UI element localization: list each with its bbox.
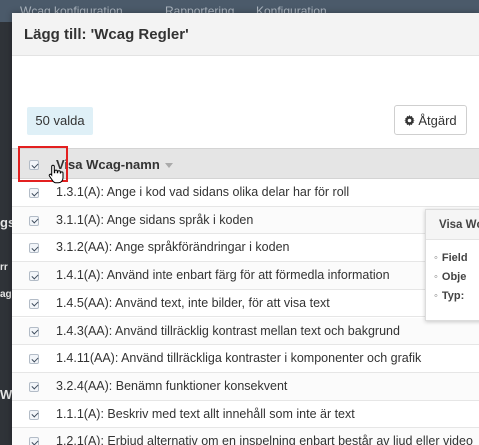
dialog-header: Lägg till: 'Wcag Regler' bbox=[12, 13, 479, 56]
sort-caret-icon bbox=[164, 162, 173, 168]
rule-name: 1.4.1(A): Använd inte enbart färg för at… bbox=[56, 268, 390, 283]
table-row[interactable]: 3.1.2(AA): Ange språkförändringar i kode… bbox=[12, 234, 479, 263]
table-row[interactable]: 3.1.1(A): Ange sidans språk i koden bbox=[12, 206, 479, 235]
gear-icon bbox=[404, 114, 416, 126]
background-text-fragment: W bbox=[0, 387, 13, 402]
rule-name: 3.1.1(A): Ange sidans språk i koden bbox=[56, 212, 254, 227]
table-row[interactable]: 1.2.1(A): Erbjud alternativ om en inspel… bbox=[12, 428, 479, 445]
row-checkbox[interactable] bbox=[29, 381, 39, 392]
row-checkbox[interactable] bbox=[29, 326, 39, 337]
hand-cursor-icon bbox=[48, 164, 64, 184]
dialog-title: Lägg till: 'Wcag Regler' bbox=[24, 26, 189, 43]
column-header-label: Visa Wcag-namn bbox=[56, 157, 160, 172]
row-checkbox[interactable] bbox=[29, 437, 39, 445]
row-checkbox[interactable] bbox=[29, 215, 39, 226]
rule-name: 1.3.1(A): Ange i kod vad sidans olika de… bbox=[56, 185, 350, 199]
table-row[interactable]: 1.1.1(A): Beskriv med text allt innehåll… bbox=[12, 400, 479, 429]
grid-header: Visa Wcag-namn bbox=[12, 148, 479, 179]
rule-name: 1.1.1(A): Beskriv med text allt innehåll… bbox=[56, 406, 355, 421]
rule-name: 3.1.2(AA): Ange språkförändringar i kode… bbox=[56, 240, 290, 255]
column-info-popover: Visa Wcag Field Obje Typ: bbox=[425, 209, 479, 321]
table-row[interactable]: 3.2.4(AA): Benämn funktioner konsekvent bbox=[12, 372, 479, 401]
rule-name: 1.4.5(AA): Använd text, inte bilder, för… bbox=[56, 295, 330, 310]
table-row[interactable]: 1.4.11(AA): Använd tillräckliga kontrast… bbox=[12, 345, 479, 373]
background-page-edge: gs rr ag W bbox=[0, 22, 15, 445]
table-row[interactable]: 1.4.3(AA): Använd tillräcklig kontrast m… bbox=[12, 317, 479, 346]
rule-name: 1.2.1(A): Erbjud alternativ om en inspel… bbox=[56, 434, 473, 445]
popover-item: Typ: bbox=[434, 290, 464, 302]
popover-item: Obje bbox=[434, 271, 466, 283]
column-header-wcag-name[interactable]: Visa Wcag-namn bbox=[56, 157, 173, 172]
row-checkbox[interactable] bbox=[29, 354, 39, 365]
table-row[interactable]: 1.4.1(A): Använd inte enbart färg för at… bbox=[12, 262, 479, 290]
row-checkbox[interactable] bbox=[29, 188, 39, 198]
table-row[interactable]: 1.4.5(AA): Använd text, inte bilder, för… bbox=[12, 289, 479, 318]
rule-name: 3.2.4(AA): Benämn funktioner konsekvent bbox=[56, 378, 288, 393]
row-checkbox[interactable] bbox=[29, 271, 39, 282]
action-button-label: Åtgärd bbox=[418, 112, 457, 128]
background-text-fragment: rr bbox=[0, 262, 8, 273]
action-button[interactable]: Åtgärd bbox=[394, 105, 467, 135]
selected-count-badge: 50 valda bbox=[27, 107, 93, 135]
rule-name: 1.4.3(AA): Använd tillräcklig kontrast m… bbox=[56, 323, 400, 338]
background-text-fragment: ag bbox=[0, 289, 12, 300]
add-wcag-rules-dialog: Lägg till: 'Wcag Regler' 50 valda Åtgärd… bbox=[12, 13, 479, 445]
table-row[interactable]: 1.3.1(A): Ange i kod vad sidans olika de… bbox=[12, 179, 479, 207]
row-checkbox[interactable] bbox=[29, 409, 39, 420]
row-checkbox[interactable] bbox=[29, 298, 39, 309]
rule-name: 1.4.11(AA): Använd tillräckliga kontrast… bbox=[56, 351, 422, 366]
popover-title: Visa Wcag bbox=[426, 210, 479, 240]
row-checkbox[interactable] bbox=[29, 243, 39, 254]
popover-item: Field bbox=[434, 252, 468, 264]
